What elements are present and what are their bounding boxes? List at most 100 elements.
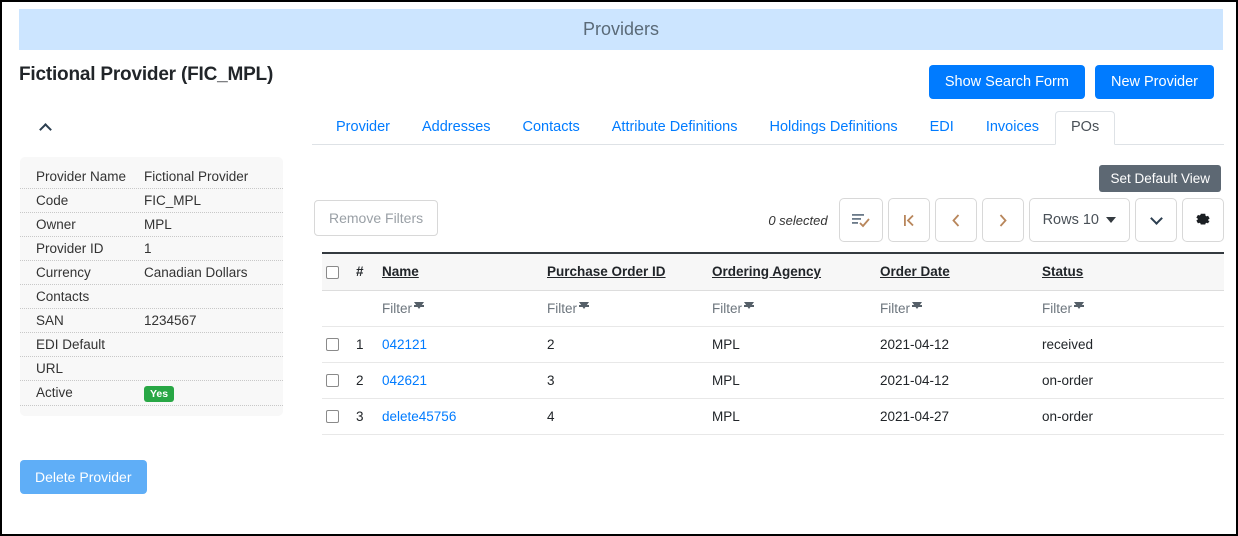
- table-filter-row: Filter Filter Filter Filter Filter: [322, 290, 1224, 327]
- table-row[interactable]: 1 042121 2 MPL 2021-04-12 received: [322, 326, 1224, 363]
- column-header-num: #: [352, 252, 378, 291]
- providers-page: Providers Fictional Provider (FIC_MPL) S…: [0, 0, 1238, 536]
- summary-value: [144, 288, 269, 305]
- column-header-agency[interactable]: Ordering Agency: [708, 252, 876, 291]
- tab-addresses[interactable]: Addresses: [406, 111, 507, 144]
- summary-value: FIC_MPL: [144, 193, 202, 208]
- row-checkbox[interactable]: [326, 410, 339, 424]
- cell-text: 3: [547, 372, 555, 388]
- banner-title: Providers: [582, 19, 660, 39]
- show-search-form-button[interactable]: Show Search Form: [928, 65, 1085, 99]
- column-header-status[interactable]: Status: [1038, 252, 1224, 291]
- filter-cell-order_date[interactable]: Filter: [876, 290, 1038, 327]
- cell-po_id: 3: [543, 362, 708, 399]
- column-picker-button[interactable]: [838, 198, 883, 242]
- select-all-checkbox[interactable]: [326, 265, 339, 279]
- column-header-label: Order Date: [880, 263, 950, 279]
- cell-text: 2: [547, 336, 555, 352]
- table-row[interactable]: 3 delete45756 4 MPL 2021-04-27 on-order: [322, 398, 1224, 435]
- table-header-row: # Name Purchase Order ID Ordering Agency Ord…: [322, 252, 1224, 291]
- tab-holdings-definitions[interactable]: Holdings Definitions: [753, 111, 913, 144]
- row-select-cell: [322, 362, 352, 399]
- tab-bar: Provider Addresses Contacts Attribute Defin…: [312, 111, 1224, 145]
- summary-label: Contacts: [36, 289, 90, 304]
- cell-po_id: 2: [543, 326, 708, 363]
- cell-text: 2021-04-27: [880, 408, 950, 424]
- more-actions-button[interactable]: [1135, 198, 1177, 242]
- row-checkbox[interactable]: [326, 374, 339, 388]
- cell-status: on-order: [1038, 362, 1224, 399]
- summary-row: SAN 1234567: [20, 309, 283, 333]
- cell-status: on-order: [1038, 398, 1224, 435]
- tab-provider[interactable]: Provider: [320, 111, 406, 144]
- summary-label: Owner: [36, 217, 76, 232]
- next-page-button[interactable]: [981, 198, 1024, 242]
- tab-contacts[interactable]: Contacts: [507, 111, 596, 144]
- cell-num: 2: [352, 362, 378, 399]
- filter-cell-po_id[interactable]: Filter: [543, 290, 708, 327]
- row-select-cell: [322, 398, 352, 435]
- filter-control[interactable]: Filter: [712, 301, 754, 316]
- filter-funnel-icon: [414, 301, 424, 309]
- cell-name[interactable]: delete45756: [378, 398, 543, 435]
- filter-control[interactable]: Filter: [1042, 301, 1084, 316]
- column-header-label: Name: [382, 263, 419, 279]
- column-header-order_date[interactable]: Order Date: [876, 252, 1038, 291]
- cell-name[interactable]: 042621: [378, 362, 543, 399]
- cell-text: 2: [356, 372, 364, 388]
- cell-num: 3: [352, 398, 378, 435]
- filter-label: Filter: [547, 300, 577, 316]
- tab-edi[interactable]: EDI: [914, 111, 970, 144]
- purchase-order-link[interactable]: delete45756: [382, 409, 456, 424]
- filter-cell-agency[interactable]: Filter: [708, 290, 876, 327]
- select-all-header: [322, 252, 352, 291]
- filter-cell-num: [352, 290, 378, 327]
- cell-text: 3: [356, 408, 364, 424]
- set-default-view-tooltip: Set Default View: [1099, 165, 1221, 192]
- filter-funnel-icon: [579, 301, 589, 309]
- rows-per-page-button[interactable]: Rows 10: [1028, 198, 1130, 242]
- tab-invoices[interactable]: Invoices: [970, 111, 1055, 144]
- page-banner: Providers: [19, 9, 1223, 50]
- filter-cell-status[interactable]: Filter: [1038, 290, 1224, 327]
- column-header-name[interactable]: Name: [378, 252, 543, 291]
- selected-count-label: 0 selected: [768, 212, 828, 228]
- grid-settings-button[interactable]: [1182, 198, 1224, 242]
- table-row[interactable]: 2 042621 3 MPL 2021-04-12 on-order: [322, 362, 1224, 399]
- tab-attribute-definitions[interactable]: Attribute Definitions: [596, 111, 754, 144]
- cell-name[interactable]: 042121: [378, 326, 543, 363]
- row-checkbox[interactable]: [326, 338, 339, 352]
- column-header-po_id[interactable]: Purchase Order ID: [543, 252, 708, 291]
- active-status-badge: Yes: [144, 386, 175, 402]
- summary-value: 1: [144, 241, 152, 256]
- cell-text: 2021-04-12: [880, 372, 950, 388]
- summary-label: Code: [36, 193, 69, 208]
- filter-cell-name[interactable]: Filter: [378, 290, 543, 327]
- summary-row: URL: [20, 357, 283, 381]
- grid-toolbar: Remove Filters 0 selected Rows 10: [314, 198, 1224, 244]
- cell-text: MPL: [712, 372, 740, 388]
- rows-per-page-label: Rows 10: [1042, 212, 1099, 228]
- summary-row: EDI Default: [20, 333, 283, 357]
- cell-text: 4: [547, 408, 555, 424]
- remove-filters-button[interactable]: Remove Filters: [314, 200, 439, 236]
- summary-value: 1234567: [144, 313, 197, 328]
- previous-page-button[interactable]: [934, 198, 977, 242]
- first-page-button[interactable]: [887, 198, 930, 242]
- column-header-label: Ordering Agency: [712, 263, 822, 279]
- new-provider-button[interactable]: New Provider: [1094, 65, 1214, 99]
- purchase-order-link[interactable]: 042621: [382, 373, 427, 388]
- purchase-order-link[interactable]: 042121: [382, 337, 427, 352]
- cell-po_id: 4: [543, 398, 708, 435]
- filter-control[interactable]: Filter: [547, 301, 589, 316]
- filter-control[interactable]: Filter: [880, 301, 922, 316]
- delete-provider-button[interactable]: Delete Provider: [20, 460, 147, 494]
- provider-summary-card: Provider Name Fictional Provider Code FIC_M…: [20, 157, 283, 416]
- filter-label: Filter: [1042, 300, 1072, 316]
- column-header-label: #: [356, 263, 364, 279]
- tab-pos[interactable]: POs: [1055, 111, 1116, 145]
- filter-control[interactable]: Filter: [382, 301, 424, 316]
- sidebar-collapse-toggle[interactable]: [32, 115, 58, 139]
- summary-row: Code FIC_MPL: [20, 189, 283, 213]
- previous-page-icon: [951, 214, 959, 227]
